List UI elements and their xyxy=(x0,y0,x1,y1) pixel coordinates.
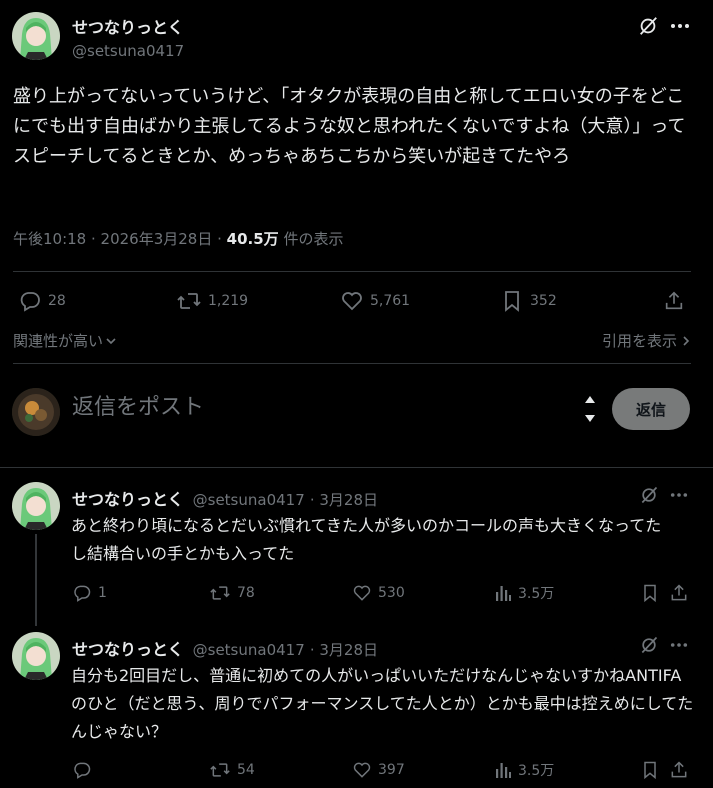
reply-count: 28 xyxy=(48,293,66,309)
reply-button[interactable]: 28 xyxy=(18,289,66,313)
reply-text: あと終わり頃になるとだいぶ慣れてきた人が多いのかコールの声も大きくなってたし結構… xyxy=(71,516,662,563)
bookmark-button[interactable]: 352 xyxy=(500,289,557,313)
more-icon[interactable] xyxy=(668,634,690,656)
author-handle[interactable]: @setsuna0417 xyxy=(193,491,305,509)
views-count: 3.5万 xyxy=(518,586,555,602)
like-count: 5,761 xyxy=(370,293,411,309)
like-button[interactable]: 5,761 xyxy=(340,289,410,313)
bookmark-icon[interactable] xyxy=(640,760,660,780)
reply-icon xyxy=(72,760,92,780)
like-count: 530 xyxy=(378,585,405,601)
avatar[interactable] xyxy=(12,12,60,60)
like-count: 397 xyxy=(378,762,405,778)
repost-count: 78 xyxy=(237,585,255,601)
grok-icon[interactable] xyxy=(636,14,660,38)
reply-date[interactable]: 3月28日 xyxy=(319,641,378,659)
chevron-down-icon xyxy=(105,335,117,347)
quotes-label: 引用を表示 xyxy=(601,332,677,350)
like-icon xyxy=(352,583,372,603)
avatar[interactable] xyxy=(12,482,60,530)
views-icon xyxy=(494,584,512,602)
reply-header: せつなりっとく @setsuna0417 · 3月28日 xyxy=(72,636,378,660)
tweet-meta: 午後10:18 · 2026年3月28日 · 40.5万 件の表示 xyxy=(13,228,343,249)
views-button[interactable]: 3.5万 xyxy=(494,760,554,780)
reply-input[interactable]: 返信をポスト xyxy=(72,392,562,424)
like-button[interactable]: 530 xyxy=(352,583,405,603)
more-icon[interactable] xyxy=(668,484,690,506)
separator-dot: · xyxy=(309,641,320,659)
reply-header: せつなりっとく @setsuna0417 · 3月28日 xyxy=(72,486,378,510)
relevance-label: 関連性が高い xyxy=(13,332,104,350)
reply-icon xyxy=(18,289,42,313)
bookmark-count: 352 xyxy=(530,293,557,309)
author-name[interactable]: せつなりっとく xyxy=(72,490,184,509)
author-name[interactable]: せつなりっとく xyxy=(72,640,184,659)
avatar[interactable] xyxy=(12,632,60,680)
like-icon xyxy=(340,289,364,313)
views-count: 3.5万 xyxy=(518,763,555,779)
reply-button[interactable] xyxy=(72,760,98,780)
more-icon[interactable] xyxy=(668,14,692,38)
views-button[interactable]: 3.5万 xyxy=(494,583,554,603)
views-icon xyxy=(494,761,512,779)
my-avatar[interactable] xyxy=(12,388,60,436)
chevron-right-icon xyxy=(681,335,691,347)
reply-submit-button[interactable]: 返信 xyxy=(612,388,690,430)
tweet-timestamp[interactable]: 午後10:18 · 2026年3月28日 · xyxy=(13,230,227,248)
bookmark-icon[interactable] xyxy=(640,583,660,603)
reply-submit-label: 返信 xyxy=(635,400,666,419)
reply-date[interactable]: 3月28日 xyxy=(319,491,378,509)
reply-count: 1 xyxy=(98,585,107,601)
repost-icon xyxy=(176,289,202,313)
author-handle[interactable]: @setsuna0417 xyxy=(72,42,184,60)
repost-count: 1,219 xyxy=(208,293,249,309)
repost-button[interactable]: 54 xyxy=(209,760,255,780)
separator-dot: · xyxy=(309,491,320,509)
repost-button[interactable]: 78 xyxy=(209,583,255,603)
tweet-text: 盛り上がってないっていうけど、「オタクが表現の自由と称してエロい女の子をどこにで… xyxy=(13,86,686,167)
divider xyxy=(13,271,691,272)
share-icon[interactable] xyxy=(669,760,689,780)
repost-count: 54 xyxy=(237,762,255,778)
divider xyxy=(0,467,713,468)
view-quotes-link[interactable]: 引用を表示 xyxy=(602,330,691,351)
grok-icon[interactable] xyxy=(638,484,660,506)
repost-icon xyxy=(209,760,231,780)
reply-icon xyxy=(72,583,92,603)
share-icon[interactable] xyxy=(669,583,689,603)
author-handle[interactable]: @setsuna0417 xyxy=(193,641,305,659)
author-name[interactable]: せつなりっとく xyxy=(72,14,184,38)
bookmark-icon xyxy=(500,289,524,313)
thread-line xyxy=(35,534,37,626)
reply-button[interactable]: 1 xyxy=(72,583,107,603)
like-icon xyxy=(352,760,372,780)
share-icon[interactable] xyxy=(662,289,686,313)
reply-text: 自分も2回目だし、普通に初めての人がいっぱいいただけなんじゃないすかねANTIF… xyxy=(71,666,694,741)
views-label: 件の表示 xyxy=(278,230,344,248)
repost-icon xyxy=(209,583,231,603)
relevance-sort[interactable]: 関連性が高い xyxy=(13,330,117,351)
repost-button[interactable]: 1,219 xyxy=(176,289,248,313)
views-count: 40.5万 xyxy=(226,230,279,248)
scroll-arrows-icon[interactable] xyxy=(582,392,598,426)
grok-icon[interactable] xyxy=(638,634,660,656)
divider xyxy=(13,363,691,364)
like-button[interactable]: 397 xyxy=(352,760,405,780)
